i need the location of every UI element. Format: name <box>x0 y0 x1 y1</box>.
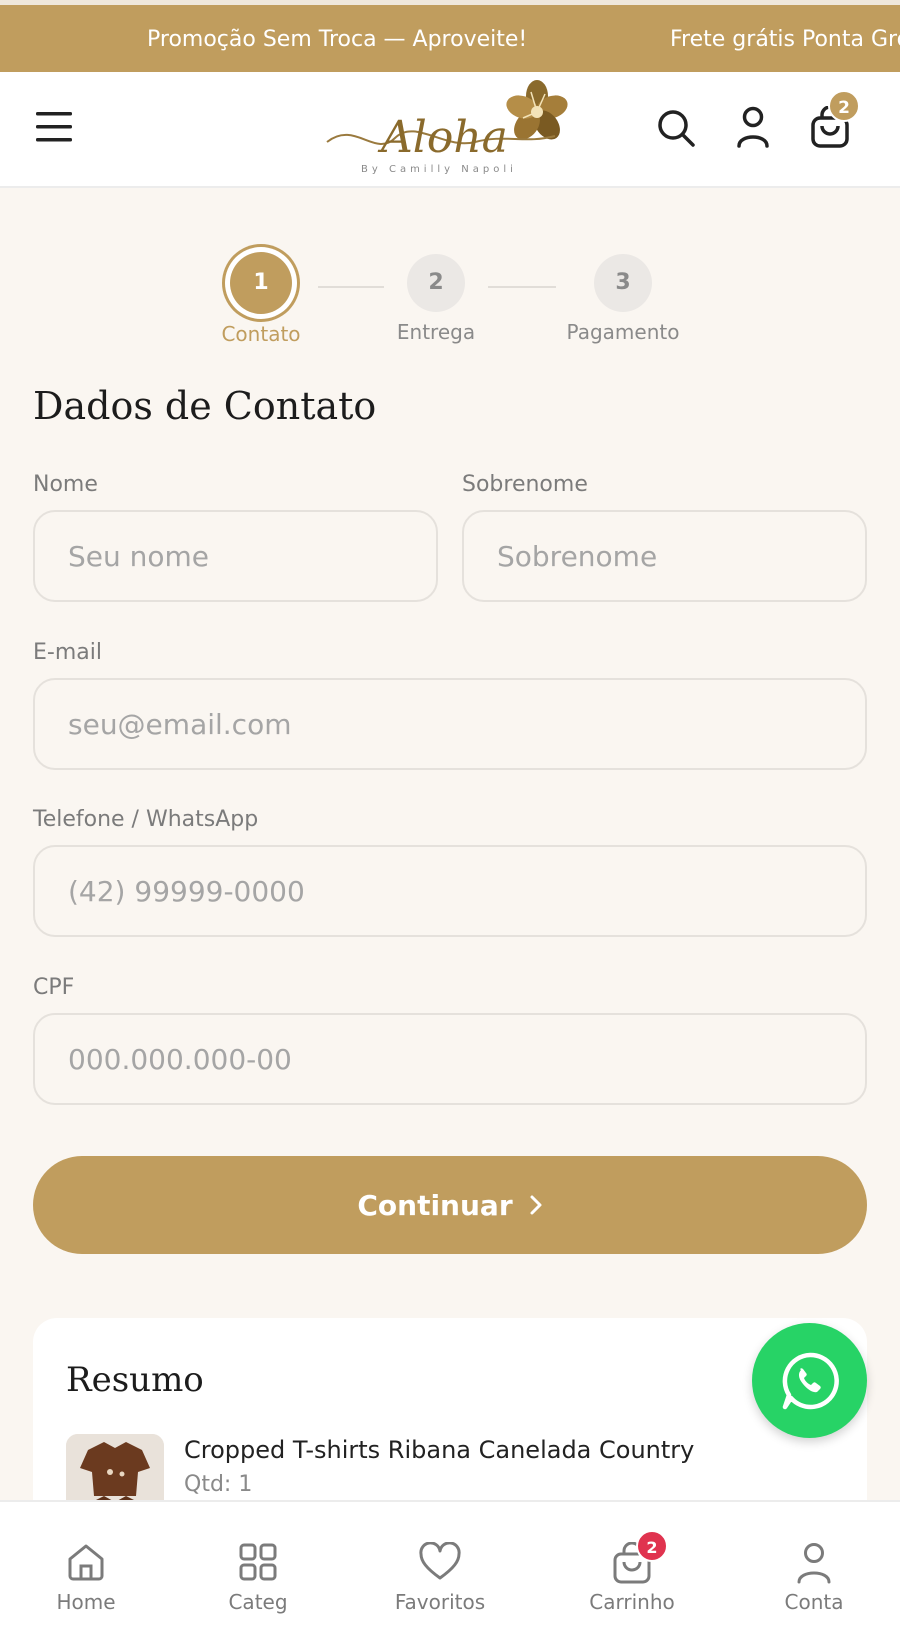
telefone-label: Telefone / WhatsApp <box>33 807 259 832</box>
nav-label: Categ <box>228 1590 288 1614</box>
user-icon <box>737 106 769 148</box>
continue-label: Continuar <box>357 1188 513 1222</box>
sobrenome-label: Sobrenome <box>462 472 588 497</box>
step-label: Contato <box>221 322 301 346</box>
cart-count-badge: 2 <box>828 90 860 122</box>
nav-label: Home <box>56 1590 116 1614</box>
summary-title: Resumo <box>66 1360 204 1400</box>
step-label: Pagamento <box>566 320 680 344</box>
search-button[interactable] <box>656 108 696 152</box>
grid-icon <box>239 1543 277 1581</box>
nome-input[interactable] <box>33 510 438 602</box>
nome-label: Nome <box>33 472 98 497</box>
step-entrega[interactable]: 2 Entrega <box>386 254 486 344</box>
home-icon <box>68 1544 104 1581</box>
step-pagamento[interactable]: 3 Pagamento <box>563 254 683 344</box>
whatsapp-icon <box>782 1352 839 1409</box>
step-number: 3 <box>594 254 652 312</box>
step-contato[interactable]: 1 Contato <box>213 252 309 346</box>
step-connector <box>488 286 556 288</box>
sobrenome-input[interactable] <box>462 510 867 602</box>
search-icon <box>658 110 695 147</box>
nav-favorites[interactable]: Favoritos <box>370 1502 510 1627</box>
product-quantity: Qtd: 1 <box>184 1472 253 1497</box>
nav-label: Favoritos <box>394 1590 486 1614</box>
hamburger-menu-icon <box>36 112 72 142</box>
svg-text:By Camilly Napoli: By Camilly Napoli <box>361 164 517 175</box>
hibiscus-logo-icon: Aloha By Camilly Napoli <box>326 80 568 175</box>
announcement-message: Promoção Sem Troca — Aproveite! <box>147 27 528 52</box>
user-icon <box>797 1543 831 1584</box>
email-label: E-mail <box>33 640 102 665</box>
nav-label: Conta <box>784 1590 844 1614</box>
whatsapp-button[interactable] <box>752 1323 867 1438</box>
step-label: Entrega <box>396 320 476 344</box>
menu-button[interactable] <box>36 110 74 148</box>
step-connector <box>318 286 384 288</box>
announcement-bar: Promoção Sem Troca — Aproveite! Frete gr… <box>0 0 900 72</box>
site-header: Aloha By Camilly Napoli 2 <box>0 72 900 188</box>
continue-button[interactable]: Continuar <box>33 1156 867 1254</box>
store-logo[interactable]: Aloha By Camilly Napoli <box>325 80 575 180</box>
nav-label: Carrinho <box>589 1590 675 1614</box>
cart-button[interactable]: 2 <box>810 90 860 152</box>
heart-icon <box>419 1542 461 1580</box>
bottom-navigation: Home Categ Favoritos 2 Carrinho Conta <box>0 1500 900 1627</box>
chevron-right-icon <box>530 1195 542 1215</box>
email-input[interactable] <box>33 678 867 770</box>
nav-cart[interactable]: 2 Carrinho <box>562 1502 702 1627</box>
account-button[interactable] <box>736 106 770 152</box>
cpf-label: CPF <box>33 975 75 1000</box>
step-number: 2 <box>407 254 465 312</box>
nav-account[interactable]: Conta <box>744 1502 884 1627</box>
nav-categories[interactable]: Categ <box>188 1502 328 1627</box>
product-name: Cropped T-shirts Ribana Canelada Country <box>184 1436 695 1464</box>
page-title: Dados de Contato <box>33 384 377 428</box>
announcement-message: Frete grátis Ponta Gro <box>670 27 900 52</box>
nav-home[interactable]: Home <box>16 1502 156 1627</box>
cpf-input[interactable] <box>33 1013 867 1105</box>
svg-text:Aloha: Aloha <box>377 112 508 163</box>
cart-nav-badge: 2 <box>636 1530 668 1562</box>
step-number: 1 <box>230 252 292 314</box>
telefone-input[interactable] <box>33 845 867 937</box>
